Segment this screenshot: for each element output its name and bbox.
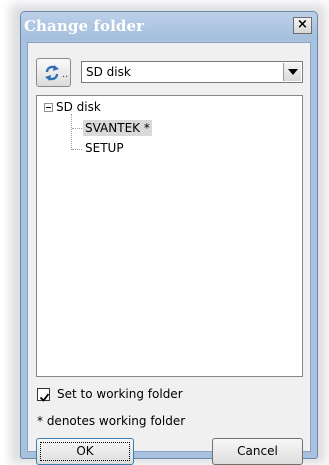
dialog-body: .. SD disk SD disk SVANTEK * SETUP Set t… <box>27 42 311 465</box>
tree-connector-vertical <box>71 114 72 150</box>
tree-connector <box>72 128 82 129</box>
working-folder-checkbox[interactable] <box>37 388 50 402</box>
ok-button-label: OK <box>76 444 94 458</box>
cancel-button[interactable]: Cancel <box>212 438 303 465</box>
tree-connector <box>72 149 82 150</box>
change-folder-dialog: Change folder × .. SD disk SD disk SVANT… <box>20 11 318 465</box>
ok-button[interactable]: OK <box>36 438 134 465</box>
tree-node-setup[interactable]: SETUP <box>85 141 124 155</box>
drive-select-value: SD disk <box>86 65 131 79</box>
refresh-arrows-icon <box>44 64 60 86</box>
dialog-title: Change folder <box>24 17 145 35</box>
chevron-down-icon[interactable] <box>283 63 301 81</box>
refresh-button[interactable]: .. <box>36 58 71 87</box>
folder-tree[interactable]: SD disk SVANTEK * SETUP <box>36 95 303 377</box>
working-folder-note: * denotes working folder <box>37 414 186 428</box>
tree-node-svantek[interactable]: SVANTEK * <box>83 120 152 136</box>
title-bar[interactable]: Change folder × <box>21 12 317 40</box>
checkmark-icon <box>39 388 50 407</box>
tree-node-root[interactable]: SD disk <box>56 100 101 114</box>
close-button[interactable]: × <box>293 17 312 34</box>
refresh-suffix: .. <box>62 69 69 80</box>
working-folder-label[interactable]: Set to working folder <box>57 387 183 401</box>
collapse-toggle-icon[interactable] <box>44 103 53 112</box>
drive-select[interactable]: SD disk <box>81 61 303 83</box>
